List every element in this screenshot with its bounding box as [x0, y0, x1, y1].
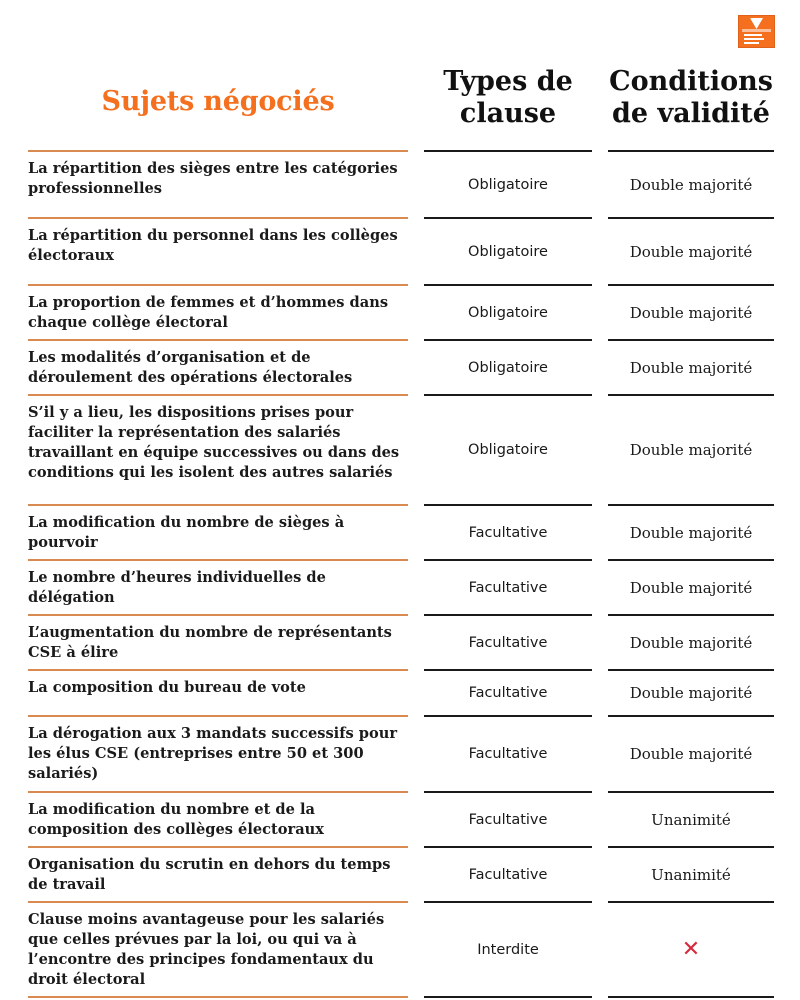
- cell-subject: La dérogation aux 3 mandats successifs p…: [28, 715, 408, 791]
- table-row: S’il y a lieu, les dispositions prises p…: [0, 394, 800, 504]
- logo-text-lines: [744, 34, 769, 46]
- cell-clause-type: Facultative: [424, 669, 592, 715]
- cell-subject: Les modalités d’organisation et de dérou…: [28, 339, 408, 394]
- column-header-types: Types de clause: [443, 66, 573, 129]
- cell-subject: L’augmentation du nombre de représentant…: [28, 614, 408, 669]
- table-row: L’augmentation du nombre de représentant…: [0, 614, 800, 669]
- table-row: La dérogation aux 3 mandats successifs p…: [0, 715, 800, 791]
- cell-subject: La répartition des sièges entre les caté…: [28, 150, 408, 217]
- table-row: La proportion de femmes et d’hommes dans…: [0, 284, 800, 339]
- cell-validity-condition: Double majorité: [608, 394, 774, 504]
- brand-logo: [738, 15, 775, 48]
- cell-validity-condition: Double majorité: [608, 614, 774, 669]
- cell-validity-condition: ✕: [608, 901, 774, 996]
- cell-clause-type: Obligatoire: [424, 339, 592, 394]
- cell-validity-condition: Double majorité: [608, 669, 774, 715]
- logo-v-mark-icon: [750, 18, 763, 29]
- cell-clause-type: Facultative: [424, 559, 592, 614]
- cell-clause-type: Obligatoire: [424, 394, 592, 504]
- table-row: Organisation du scrutin en dehors du tem…: [0, 846, 800, 901]
- cell-subject: La proportion de femmes et d’hommes dans…: [28, 284, 408, 339]
- cell-subject: Le nombre d’heures individuelles de délé…: [28, 559, 408, 614]
- bottom-border-types: [424, 996, 592, 998]
- table-row: La répartition des sièges entre les caté…: [0, 150, 800, 217]
- cell-validity-condition: Double majorité: [608, 339, 774, 394]
- cell-clause-type: Obligatoire: [424, 150, 592, 217]
- table-row: Clause moins avantageuse pour les salari…: [0, 901, 800, 996]
- cell-subject: La répartition du personnel dans les col…: [28, 217, 408, 284]
- cell-clause-type: Obligatoire: [424, 284, 592, 339]
- bottom-border-subjects: [28, 996, 408, 998]
- cell-clause-type: Facultative: [424, 715, 592, 791]
- bottom-border-conditions: [608, 996, 774, 998]
- table-row: La modification du nombre de sièges à po…: [0, 504, 800, 559]
- cell-validity-condition: Double majorité: [608, 284, 774, 339]
- table-row: La répartition du personnel dans les col…: [0, 217, 800, 284]
- logo-band: [742, 29, 771, 32]
- cell-clause-type: Obligatoire: [424, 217, 592, 284]
- cell-validity-condition: Unanimité: [608, 791, 774, 846]
- table-row: La modification du nombre et de la compo…: [0, 791, 800, 846]
- table-header: Sujets négociés Types de clause Conditio…: [0, 58, 800, 150]
- table-row: Le nombre d’heures individuelles de délé…: [0, 559, 800, 614]
- cell-validity-condition: Double majorité: [608, 715, 774, 791]
- cell-validity-condition: Double majorité: [608, 217, 774, 284]
- cell-validity-condition: Unanimité: [608, 846, 774, 901]
- column-header-conditions: Conditions de validité: [609, 66, 773, 129]
- cell-clause-type: Facultative: [424, 504, 592, 559]
- negotiation-subjects-table: La répartition des sièges entre les caté…: [0, 150, 800, 1000]
- column-header-subjects: Sujets négociés: [101, 86, 335, 117]
- table-bottom-border: [0, 996, 800, 1000]
- cell-subject: La modification du nombre de sièges à po…: [28, 504, 408, 559]
- cell-subject: La modification du nombre et de la compo…: [28, 791, 408, 846]
- table-row: Les modalités d’organisation et de dérou…: [0, 339, 800, 394]
- cell-validity-condition: Double majorité: [608, 504, 774, 559]
- cell-subject: Clause moins avantageuse pour les salari…: [28, 901, 408, 996]
- cell-clause-type: Facultative: [424, 791, 592, 846]
- cross-icon: ✕: [681, 936, 701, 962]
- cell-clause-type: Facultative: [424, 614, 592, 669]
- cell-validity-condition: Double majorité: [608, 559, 774, 614]
- cell-clause-type: Interdite: [424, 901, 592, 996]
- cell-subject: La composition du bureau de vote: [28, 669, 408, 715]
- cell-subject: S’il y a lieu, les dispositions prises p…: [28, 394, 408, 504]
- cell-subject: Organisation du scrutin en dehors du tem…: [28, 846, 408, 901]
- cell-clause-type: Facultative: [424, 846, 592, 901]
- cell-validity-condition: Double majorité: [608, 150, 774, 217]
- table-row: La composition du bureau de vote Facultat…: [0, 669, 800, 715]
